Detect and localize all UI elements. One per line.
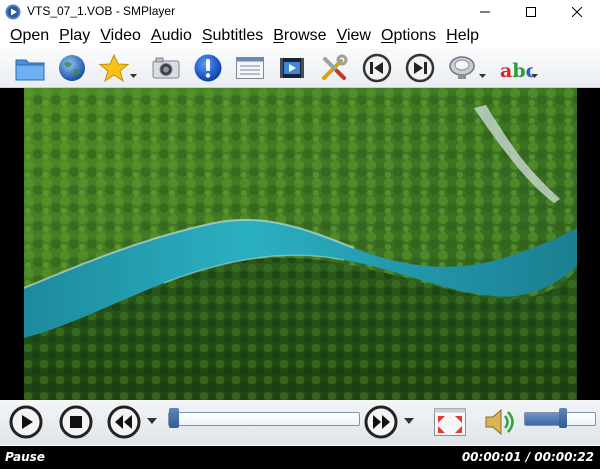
- playback-state: Pause: [5, 450, 45, 464]
- star-icon: [99, 53, 129, 83]
- svg-text:abc: abc: [500, 60, 533, 82]
- next-button[interactable]: [404, 52, 436, 84]
- playlist-icon: [236, 57, 264, 79]
- equalizer-button[interactable]: [446, 52, 478, 84]
- eq-icon: [449, 56, 475, 79]
- menu-options[interactable]: Options: [376, 24, 441, 48]
- stop-icon: [59, 405, 93, 439]
- current-time: 00:00:01: [461, 450, 522, 464]
- subtitles-icon: abc: [500, 60, 533, 82]
- screenshot-button[interactable]: [150, 52, 182, 84]
- menu-open[interactable]: Open: [5, 24, 54, 48]
- window-title: VTS_07_1.VOB - SMPlayer: [27, 4, 176, 18]
- subtitles-dropdown-icon[interactable]: [531, 74, 538, 78]
- maximize-icon: [526, 7, 536, 17]
- open-url-button[interactable]: [56, 52, 88, 84]
- info-button[interactable]: [192, 52, 224, 84]
- smplayer-logo-icon: [5, 4, 21, 20]
- forward-icon: [364, 405, 398, 439]
- forward-button[interactable]: [363, 404, 399, 440]
- menu-subtitles[interactable]: Subtitles: [197, 24, 268, 48]
- menu-help[interactable]: Help: [441, 24, 484, 48]
- open-file-button[interactable]: [14, 52, 46, 84]
- playlist-button[interactable]: [234, 52, 266, 84]
- rewind-button[interactable]: [106, 404, 142, 440]
- fullscreen-icon: [434, 408, 466, 436]
- subtitles-button[interactable]: abc: [499, 52, 533, 84]
- play-icon: [9, 405, 43, 439]
- status-bar: Pause 00:00:01 / 00:00:22: [0, 446, 600, 469]
- video-settings-icon: [280, 58, 304, 78]
- equalizer-dropdown-icon[interactable]: [479, 74, 486, 78]
- previous-button[interactable]: [361, 52, 393, 84]
- speaker-icon: [485, 408, 514, 436]
- maximize-button[interactable]: [508, 0, 554, 24]
- main-toolbar: abc: [0, 49, 600, 88]
- video-frame: [24, 88, 577, 400]
- title-bar: VTS_07_1.VOB - SMPlayer: [0, 0, 600, 24]
- preferences-button[interactable]: [318, 52, 350, 84]
- folder-icon: [15, 59, 45, 81]
- play-button[interactable]: [8, 404, 44, 440]
- menu-play[interactable]: Play: [54, 24, 95, 48]
- globe-icon: [59, 55, 85, 81]
- video-area[interactable]: [0, 88, 600, 400]
- rewind-icon: [107, 405, 141, 439]
- forward-dropdown-icon[interactable]: [404, 418, 414, 424]
- seek-bar[interactable]: [168, 412, 360, 426]
- minimize-icon: [480, 11, 490, 13]
- rewind-dropdown-icon[interactable]: [147, 418, 157, 424]
- time-separator: /: [525, 450, 531, 464]
- river-forest-video-image: [24, 88, 577, 400]
- favorites-button[interactable]: [98, 52, 130, 84]
- menu-browse[interactable]: Browse: [268, 24, 331, 48]
- tools-icon: [322, 54, 348, 80]
- time-display: 00:00:01 / 00:00:22: [462, 450, 594, 464]
- next-icon: [405, 53, 435, 83]
- mute-button[interactable]: [481, 404, 517, 440]
- fullscreen-button[interactable]: [432, 404, 468, 440]
- camera-icon: [152, 57, 180, 79]
- menu-bar: Open Play Video Audio Subtitles Browse V…: [0, 24, 600, 48]
- close-button[interactable]: [554, 0, 600, 24]
- previous-icon: [362, 53, 392, 83]
- volume-level: [525, 413, 564, 425]
- volume-handle[interactable]: [558, 408, 567, 428]
- seek-handle[interactable]: [169, 408, 179, 428]
- close-icon: [572, 7, 582, 17]
- info-icon: [194, 54, 222, 82]
- total-time: 00:00:22: [534, 450, 594, 464]
- video-preferences-button[interactable]: [276, 52, 308, 84]
- minimize-button[interactable]: [462, 0, 508, 24]
- menu-video[interactable]: Video: [95, 24, 146, 48]
- stop-button[interactable]: [58, 404, 94, 440]
- menu-audio[interactable]: Audio: [146, 24, 197, 48]
- menu-view[interactable]: View: [332, 24, 376, 48]
- favorites-dropdown-icon[interactable]: [130, 74, 137, 78]
